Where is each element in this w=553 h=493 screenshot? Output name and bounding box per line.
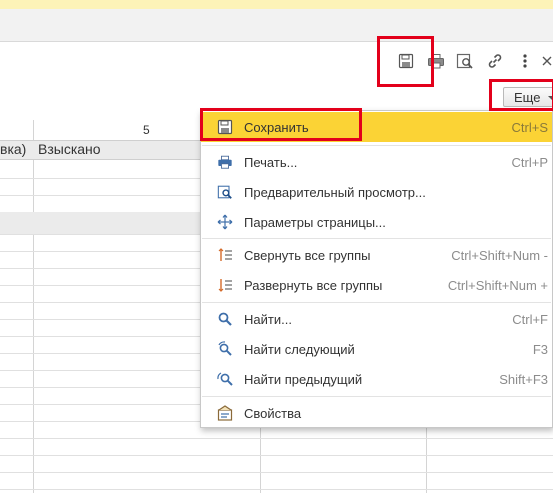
find-previous-icon bbox=[217, 372, 233, 386]
annotation-highlight-save-menu-item bbox=[200, 108, 362, 141]
menu-item-shortcut: Ctrl+F bbox=[512, 311, 548, 327]
header-cell-left: вка) bbox=[0, 141, 27, 157]
preview-toolbar-button[interactable] bbox=[454, 50, 476, 72]
menu-item-label: Предварительный просмотр... bbox=[244, 184, 426, 200]
menu-item-properties[interactable]: Свойства bbox=[201, 398, 552, 428]
menu-item-preview[interactable]: Предварительный просмотр... bbox=[201, 177, 552, 207]
menu-item-shortcut: Ctrl+Shift+Num - bbox=[451, 247, 548, 263]
search-icon bbox=[218, 312, 232, 326]
menu-item-print[interactable]: Печать... Ctrl+P bbox=[201, 147, 552, 177]
menu-item-find-next[interactable]: Найти следующий F3 bbox=[201, 334, 552, 364]
find-next-icon bbox=[218, 341, 232, 356]
page-settings-icon bbox=[217, 214, 233, 230]
properties-icon bbox=[217, 405, 233, 421]
menu-item-find[interactable]: Найти... Ctrl+F bbox=[201, 304, 552, 334]
menu-separator bbox=[202, 238, 551, 239]
menu-item-shortcut: Ctrl+S bbox=[511, 119, 548, 135]
menu-item-label: Развернуть все группы bbox=[244, 277, 383, 293]
annotation-highlight-more-button bbox=[489, 79, 553, 111]
menu-item-label: Найти... bbox=[244, 311, 292, 327]
menu-item-label: Печать... bbox=[244, 154, 298, 170]
menu-item-shortcut: Shift+F3 bbox=[499, 371, 548, 387]
print-icon bbox=[218, 155, 232, 169]
row-line bbox=[0, 455, 553, 456]
collapse-groups-icon bbox=[218, 248, 232, 261]
menu-separator bbox=[202, 145, 551, 146]
expand-groups-icon bbox=[218, 279, 232, 292]
menu-item-label: Параметры страницы... bbox=[244, 214, 386, 230]
menu-separator bbox=[202, 396, 551, 397]
menu-item-label: Свернуть все группы bbox=[244, 247, 371, 263]
menu-item-expand-groups[interactable]: Развернуть все группы Ctrl+Shift+Num + bbox=[201, 270, 552, 300]
menu-item-label: Свойства bbox=[244, 405, 302, 421]
more-actions-button[interactable] bbox=[514, 50, 536, 72]
header-cell-collected: Взыскано bbox=[38, 141, 101, 157]
header-band bbox=[0, 9, 553, 42]
menu-item-find-previous[interactable]: Найти предыдущий Shift+F3 bbox=[201, 364, 552, 394]
menu-item-label: Найти предыдущий bbox=[244, 371, 363, 387]
row-line bbox=[0, 472, 553, 473]
close-icon bbox=[542, 56, 552, 66]
column-number: 5 bbox=[143, 123, 150, 137]
link-toolbar-button[interactable] bbox=[484, 50, 506, 72]
menu-item-shortcut: Ctrl+Shift+Num + bbox=[447, 277, 548, 293]
close-button[interactable] bbox=[540, 50, 553, 72]
more-context-menu: Сохранить Ctrl+S Печать... Ctrl+P Предва… bbox=[200, 110, 553, 428]
menu-item-shortcut: Ctrl+P bbox=[511, 154, 548, 170]
menu-item-page-settings[interactable]: Параметры страницы... bbox=[201, 207, 552, 237]
preview-icon bbox=[456, 53, 473, 69]
menu-item-collapse-groups[interactable]: Свернуть все группы Ctrl+Shift+Num - bbox=[201, 240, 552, 270]
row-line bbox=[0, 438, 553, 439]
link-icon bbox=[488, 54, 502, 68]
more-vert-icon bbox=[523, 54, 527, 68]
menu-separator bbox=[202, 302, 551, 303]
menu-item-label: Найти следующий bbox=[244, 341, 355, 357]
menu-item-shortcut: F3 bbox=[532, 341, 548, 357]
preview-icon bbox=[217, 185, 232, 199]
row-line bbox=[0, 489, 553, 490]
annotation-highlight-save-toolbar bbox=[377, 36, 434, 87]
